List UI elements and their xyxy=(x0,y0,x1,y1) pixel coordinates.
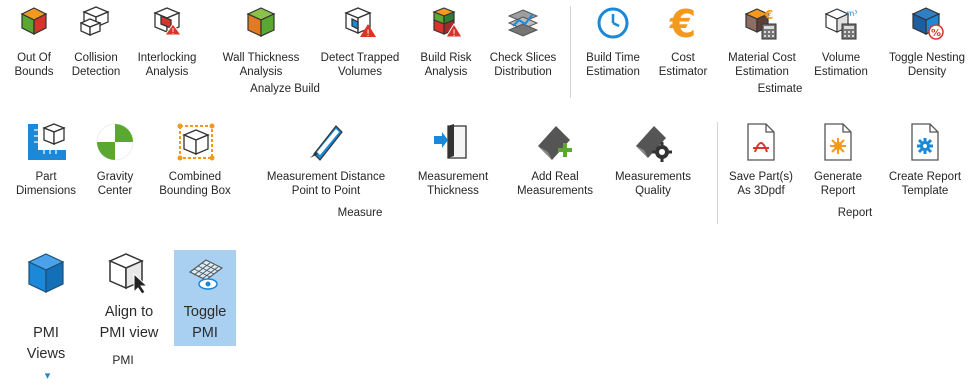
align-to-pmi-view-button[interactable]: Align to PMI view xyxy=(94,250,164,346)
wireframe-cubes-icon xyxy=(79,6,112,41)
svg-text:!: ! xyxy=(452,29,456,38)
measure-group-label: Measure xyxy=(337,207,383,219)
generate-report-label: Generate Report xyxy=(814,171,862,197)
svg-text:!: ! xyxy=(171,27,174,36)
estimate-group-label: Estimate xyxy=(757,83,803,95)
volume-estimation-label: Volume Estimation xyxy=(814,52,868,78)
svg-text:€: € xyxy=(764,8,773,22)
combined-bounding-box-label: Combined Bounding Box xyxy=(159,171,231,197)
create-report-template-button[interactable]: Create Report Template xyxy=(880,122,970,212)
ruler-cube-icon xyxy=(26,122,68,167)
wall-thickness-analysis-button[interactable]: Wall Thickness Analysis xyxy=(216,6,306,86)
svg-text:%: % xyxy=(931,28,941,39)
toggle-nesting-density-label: Toggle Nesting Density xyxy=(888,52,966,78)
collision-detection-button[interactable]: Collision Detection xyxy=(66,6,126,86)
toggle-pmi-label: Toggle PMI xyxy=(183,304,227,341)
build-risk-analysis-button[interactable]: ! Build Risk Analysis xyxy=(414,6,478,86)
cube-out-of-bounds-icon xyxy=(20,6,48,41)
clock-icon xyxy=(596,6,630,45)
cube-euro-calculator-icon: € xyxy=(744,6,778,45)
analyze-build-group-label: Analyze Build xyxy=(250,83,320,95)
pmi-group-label: PMI xyxy=(112,353,134,367)
pdf-document-icon xyxy=(745,122,777,167)
svg-text:!: ! xyxy=(366,29,370,38)
cost-estimator-button[interactable]: € Cost Estimator xyxy=(652,2,714,86)
separator xyxy=(570,6,571,98)
slices-icon xyxy=(507,6,539,43)
pmi-views-label: PMI Views ▾ xyxy=(26,325,66,382)
measurements-quality-button[interactable]: Measurements Quality xyxy=(610,122,696,212)
thickness-panel-icon xyxy=(432,122,472,167)
report-document-icon xyxy=(822,122,854,167)
part-dimensions-label: Part Dimensions xyxy=(15,171,77,197)
gravity-center-button[interactable]: Gravity Center xyxy=(90,122,140,212)
volume-estimation-button[interactable]: m³ Volume Estimation xyxy=(808,6,874,86)
collision-detection-label: Collision Detection xyxy=(71,52,121,78)
cube-percent-icon: % xyxy=(911,6,945,45)
gravity-center-label: Gravity Center xyxy=(96,171,134,197)
cube-cursor-icon xyxy=(108,252,150,299)
build-time-estimation-button[interactable]: Build Time Estimation xyxy=(580,6,646,86)
add-real-measurements-button[interactable]: Add Real Measurements xyxy=(510,122,600,212)
save-parts-3dpdf-label: Save Part(s) As 3Dpdf xyxy=(729,171,793,197)
part-dimensions-button[interactable]: Part Dimensions xyxy=(8,122,84,212)
detect-trapped-volumes-label: Detect Trapped Volumes xyxy=(320,52,400,78)
euro-icon: € xyxy=(665,2,701,47)
cost-estimator-label: Cost Estimator xyxy=(658,52,708,78)
detect-trapped-volumes-button[interactable]: ! Detect Trapped Volumes xyxy=(314,6,406,86)
cube-calculator-icon: m³ xyxy=(824,6,858,45)
toggle-nesting-density-button[interactable]: % Toggle Nesting Density xyxy=(884,6,970,86)
material-cost-estimation-button[interactable]: € Material Cost Estimation xyxy=(722,6,802,86)
build-risk-analysis-label: Build Risk Analysis xyxy=(420,52,472,78)
blue-cube-icon xyxy=(26,252,66,299)
interlocking-analysis-button[interactable]: ! Interlocking Analysis xyxy=(134,6,200,86)
svg-text:m³: m³ xyxy=(847,9,858,18)
measurement-thickness-button[interactable]: Measurement Thickness xyxy=(410,122,496,212)
build-time-estimation-label: Build Time Estimation xyxy=(586,52,640,78)
stacked-cubes-warning-icon: ! xyxy=(430,6,463,43)
cube-warning-icon: ! xyxy=(344,6,376,43)
material-cost-estimation-label: Material Cost Estimation xyxy=(728,52,796,78)
interlocking-cubes-icon: ! xyxy=(151,6,183,41)
align-to-pmi-view-label: Align to PMI view xyxy=(99,304,159,341)
bounding-box-icon xyxy=(176,122,216,167)
ruler-diagonal-icon xyxy=(306,122,346,167)
toggle-pmi-button[interactable]: Toggle PMI xyxy=(174,250,236,346)
svg-text:€: € xyxy=(669,4,696,42)
add-real-measurements-label: Add Real Measurements xyxy=(516,171,594,197)
combined-bounding-box-button[interactable]: Combined Bounding Box xyxy=(150,122,240,212)
save-parts-3dpdf-button[interactable]: Save Part(s) As 3Dpdf xyxy=(726,122,796,212)
add-measurement-icon xyxy=(534,122,574,167)
measurements-quality-label: Measurements Quality xyxy=(614,171,692,197)
report-group-label: Report xyxy=(837,207,873,219)
check-slices-distribution-button[interactable]: Check Slices Distribution xyxy=(485,6,561,86)
wall-thickness-analysis-label: Wall Thickness Analysis xyxy=(222,52,300,78)
measurement-distance-button[interactable]: Measurement Distance Point to Point xyxy=(254,122,398,212)
gravity-center-icon xyxy=(95,122,135,167)
pmi-views-button[interactable]: PMI Views ▾ xyxy=(12,250,80,382)
generate-report-button[interactable]: Generate Report xyxy=(808,122,868,212)
check-slices-distribution-label: Check Slices Distribution xyxy=(489,52,557,78)
report-template-gear-icon xyxy=(909,122,941,167)
out-of-bounds-button[interactable]: Out Of Bounds xyxy=(6,6,62,86)
pmi-grid-eye-icon xyxy=(186,254,226,299)
measurement-distance-label: Measurement Distance Point to Point xyxy=(266,171,386,197)
solid-cube-icon xyxy=(245,6,277,43)
interlocking-analysis-label: Interlocking Analysis xyxy=(137,52,197,78)
measurement-thickness-label: Measurement Thickness xyxy=(417,171,489,197)
create-report-template-label: Create Report Template xyxy=(888,171,962,197)
measurement-quality-gear-icon xyxy=(632,122,672,167)
